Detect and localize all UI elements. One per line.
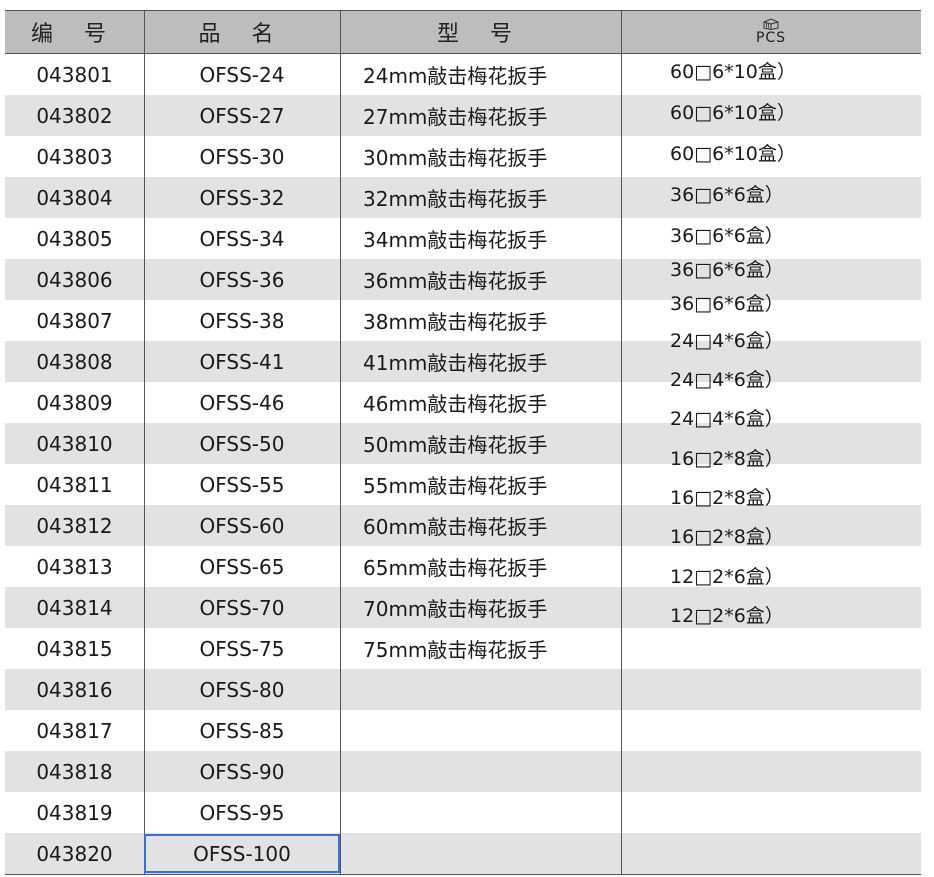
cell-pcs[interactable]: 16□2*8盒） — [670, 483, 784, 510]
cell-code[interactable]: 043802 — [5, 95, 144, 136]
cell-name[interactable]: OFSS-36 — [144, 259, 340, 300]
column-divider — [621, 54, 622, 874]
cell-name[interactable]: OFSS-41 — [144, 341, 340, 382]
header-model[interactable]: 型 号 — [340, 11, 621, 53]
cell-model[interactable]: 38mm敲击梅花扳手 — [363, 300, 613, 341]
cell-pcs[interactable]: 24□4*6盒） — [670, 365, 784, 392]
box-icon — [763, 18, 779, 30]
cell-pcs[interactable]: 24□4*6盒） — [670, 404, 784, 431]
header-name[interactable]: 品 名 — [144, 11, 340, 53]
cell-code[interactable]: 043807 — [5, 300, 144, 341]
cell-name[interactable]: OFSS-65 — [144, 546, 340, 587]
cell-name[interactable]: OFSS-38 — [144, 300, 340, 341]
cell-model[interactable] — [363, 751, 613, 792]
cell-model[interactable]: 36mm敲击梅花扳手 — [363, 259, 613, 300]
cell-pcs[interactable]: 12□2*6盒） — [670, 562, 784, 589]
cell-code[interactable]: 043803 — [5, 136, 144, 177]
cell-code[interactable]: 043820 — [5, 833, 144, 874]
header-pcs[interactable]: PCS — [621, 11, 921, 53]
table-row[interactable]: 043820 OFSS-100 — [5, 833, 921, 874]
cell-pcs[interactable]: 60□6*10盒） — [670, 98, 796, 125]
cell-model[interactable]: 65mm敲击梅花扳手 — [363, 546, 613, 587]
table-row[interactable]: 043819 OFSS-95 — [5, 792, 921, 833]
cell-model[interactable]: 75mm敲击梅花扳手 — [363, 628, 613, 669]
cell-name[interactable]: OFSS-34 — [144, 218, 340, 259]
cell-model[interactable] — [363, 792, 613, 833]
cell-name[interactable]: OFSS-60 — [144, 505, 340, 546]
cell-model[interactable]: 60mm敲击梅花扳手 — [363, 505, 613, 546]
cell-model[interactable]: 32mm敲击梅花扳手 — [363, 177, 613, 218]
cell-code[interactable]: 043808 — [5, 341, 144, 382]
header-divider — [621, 11, 622, 53]
cell-code[interactable]: 043806 — [5, 259, 144, 300]
cell-name[interactable]: OFSS-70 — [144, 587, 340, 628]
cell-model[interactable]: 24mm敲击梅花扳手 — [363, 54, 613, 95]
cell-code[interactable]: 043817 — [5, 710, 144, 751]
cell-name[interactable]: OFSS-85 — [144, 710, 340, 751]
cell-pcs[interactable]: 60□6*10盒） — [670, 57, 796, 84]
cell-code[interactable]: 043810 — [5, 423, 144, 464]
cell-code[interactable]: 043809 — [5, 382, 144, 423]
column-divider — [144, 54, 145, 874]
cell-model[interactable]: 46mm敲击梅花扳手 — [363, 382, 613, 423]
cell-pcs[interactable]: 16□2*8盒） — [670, 444, 784, 471]
table-header: 编 号 品 名 型 号 PCS — [5, 10, 921, 54]
cell-code[interactable]: 043813 — [5, 546, 144, 587]
header-code[interactable]: 编 号 — [5, 11, 144, 53]
cell-code[interactable]: 043814 — [5, 587, 144, 628]
product-table: 编 号 品 名 型 号 PCS 043801 OFSS-24 24mm敲击梅花扳手 0… — [5, 10, 921, 875]
table-row[interactable]: 043818 OFSS-90 — [5, 751, 921, 792]
cell-model[interactable]: 30mm敲击梅花扳手 — [363, 136, 613, 177]
table-row[interactable]: 043817 OFSS-85 — [5, 710, 921, 751]
cell-model[interactable]: 70mm敲击梅花扳手 — [363, 587, 613, 628]
cell-pcs[interactable]: 12□2*6盒） — [670, 601, 784, 628]
cell-name[interactable]: OFSS-30 — [144, 136, 340, 177]
cell-model[interactable] — [363, 669, 613, 710]
header-divider — [144, 11, 145, 53]
cell-name[interactable]: OFSS-46 — [144, 382, 340, 423]
cell-model[interactable]: 50mm敲击梅花扳手 — [363, 423, 613, 464]
cell-pcs[interactable]: 60□6*10盒） — [670, 139, 796, 166]
cell-pcs[interactable]: 36□6*6盒） — [670, 180, 784, 207]
cell-model[interactable] — [363, 710, 613, 751]
cell-model[interactable]: 55mm敲击梅花扳手 — [363, 464, 613, 505]
cell-pcs[interactable]: 24□4*6盒） — [670, 326, 784, 353]
cell-code[interactable]: 043815 — [5, 628, 144, 669]
table-row[interactable]: 043816 OFSS-80 — [5, 669, 921, 710]
header-divider — [340, 11, 341, 53]
cell-code[interactable]: 043811 — [5, 464, 144, 505]
cell-name[interactable]: OFSS-90 — [144, 751, 340, 792]
cell-name[interactable]: OFSS-55 — [144, 464, 340, 505]
cell-model[interactable]: 34mm敲击梅花扳手 — [363, 218, 613, 259]
column-divider — [340, 54, 341, 874]
cell-name[interactable]: OFSS-24 — [144, 54, 340, 95]
cell-pcs[interactable]: 36□6*6盒） — [670, 255, 784, 282]
table-bottom-border — [5, 874, 921, 875]
cell-name[interactable]: OFSS-80 — [144, 669, 340, 710]
cell-model[interactable]: 27mm敲击梅花扳手 — [363, 95, 613, 136]
cell-name[interactable]: OFSS-95 — [144, 792, 340, 833]
cell-code[interactable]: 043812 — [5, 505, 144, 546]
cell-code[interactable]: 043804 — [5, 177, 144, 218]
table-row[interactable]: 043815 OFSS-75 75mm敲击梅花扳手 — [5, 628, 921, 669]
selected-cell-outline — [144, 834, 340, 873]
cell-code[interactable]: 043801 — [5, 54, 144, 95]
cell-code[interactable]: 043805 — [5, 218, 144, 259]
cell-code[interactable]: 043819 — [5, 792, 144, 833]
cell-pcs[interactable]: 16□2*8盒） — [670, 522, 784, 549]
cell-name[interactable]: OFSS-75 — [144, 628, 340, 669]
cell-pcs[interactable]: 36□6*6盒） — [670, 221, 784, 248]
cell-name[interactable]: OFSS-27 — [144, 95, 340, 136]
cell-code[interactable]: 043818 — [5, 751, 144, 792]
cell-code[interactable]: 043816 — [5, 669, 144, 710]
cell-name[interactable]: OFSS-32 — [144, 177, 340, 218]
cell-model[interactable] — [363, 833, 613, 874]
cell-pcs[interactable]: 36□6*6盒） — [670, 289, 784, 316]
cell-model[interactable]: 41mm敲击梅花扳手 — [363, 341, 613, 382]
cell-name[interactable]: OFSS-50 — [144, 423, 340, 464]
